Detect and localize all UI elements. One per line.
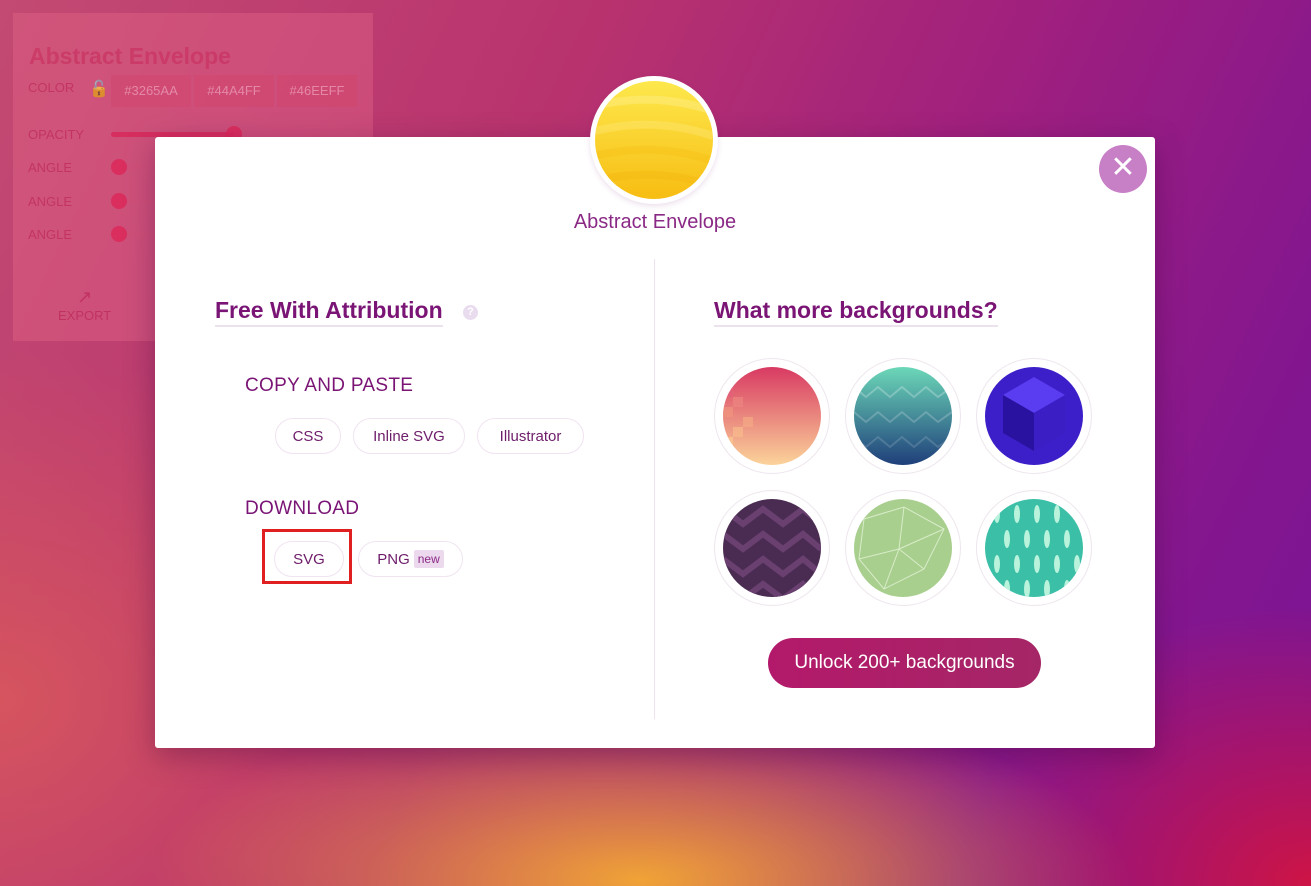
- copy-inline-svg-button[interactable]: Inline SVG: [353, 418, 465, 454]
- background-thumbnail-4[interactable]: [714, 490, 830, 606]
- background-thumbnail-5[interactable]: [845, 490, 961, 606]
- highlight-box: [262, 529, 352, 584]
- close-icon: ✕: [1110, 151, 1136, 184]
- opacity-label: OPACITY: [28, 127, 85, 142]
- background-thumbnail-1[interactable]: [714, 358, 830, 474]
- copy-paste-label: COPY AND PASTE: [245, 375, 414, 396]
- copy-css-button[interactable]: CSS: [275, 418, 341, 454]
- angle-label-2: ANGLE: [28, 194, 73, 209]
- color-label: COLOR: [28, 80, 75, 95]
- column-divider: [654, 259, 655, 719]
- background-thumbnail-6[interactable]: [976, 490, 1092, 606]
- angle-slider-1-knob[interactable]: [111, 159, 127, 175]
- angle-label-3: ANGLE: [28, 227, 73, 242]
- close-button[interactable]: ✕: [1099, 145, 1147, 193]
- color-swatch-3[interactable]: #46EEFF: [277, 75, 357, 107]
- more-backgrounds-heading: What more backgrounds?: [714, 297, 998, 327]
- external-link-icon: ↗: [77, 287, 93, 307]
- download-png-button[interactable]: PNG new: [358, 541, 463, 577]
- copy-illustrator-button[interactable]: Illustrator: [477, 418, 584, 454]
- new-badge: new: [413, 550, 444, 568]
- background-thumbnail-3[interactable]: [976, 358, 1092, 474]
- download-modal: ✕ Abstract Envelope Free With Attributio…: [155, 137, 1155, 748]
- background-thumbnail-2[interactable]: [845, 358, 961, 474]
- export-button[interactable]: ↗ EXPORT: [58, 287, 111, 323]
- question-icon[interactable]: ?: [463, 305, 478, 320]
- free-attribution-heading: Free With Attribution: [215, 297, 443, 327]
- angle-slider-2-knob[interactable]: [111, 193, 127, 209]
- angle-label-1: ANGLE: [28, 160, 73, 175]
- export-label: EXPORT: [58, 308, 112, 323]
- angle-slider-3-knob[interactable]: [111, 226, 127, 242]
- color-swatch-2[interactable]: #44A4FF: [194, 75, 274, 107]
- pattern-name: Abstract Envelope: [573, 211, 737, 233]
- png-label: PNG: [377, 551, 410, 568]
- unlock-backgrounds-button[interactable]: Unlock 200+ backgrounds: [768, 638, 1041, 688]
- lock-icon[interactable]: 🔓: [89, 79, 109, 99]
- panel-title: Abstract Envelope: [29, 43, 231, 69]
- color-swatch-1[interactable]: #3265AA: [111, 75, 191, 107]
- pattern-preview: [590, 76, 718, 204]
- download-label: DOWNLOAD: [245, 498, 360, 519]
